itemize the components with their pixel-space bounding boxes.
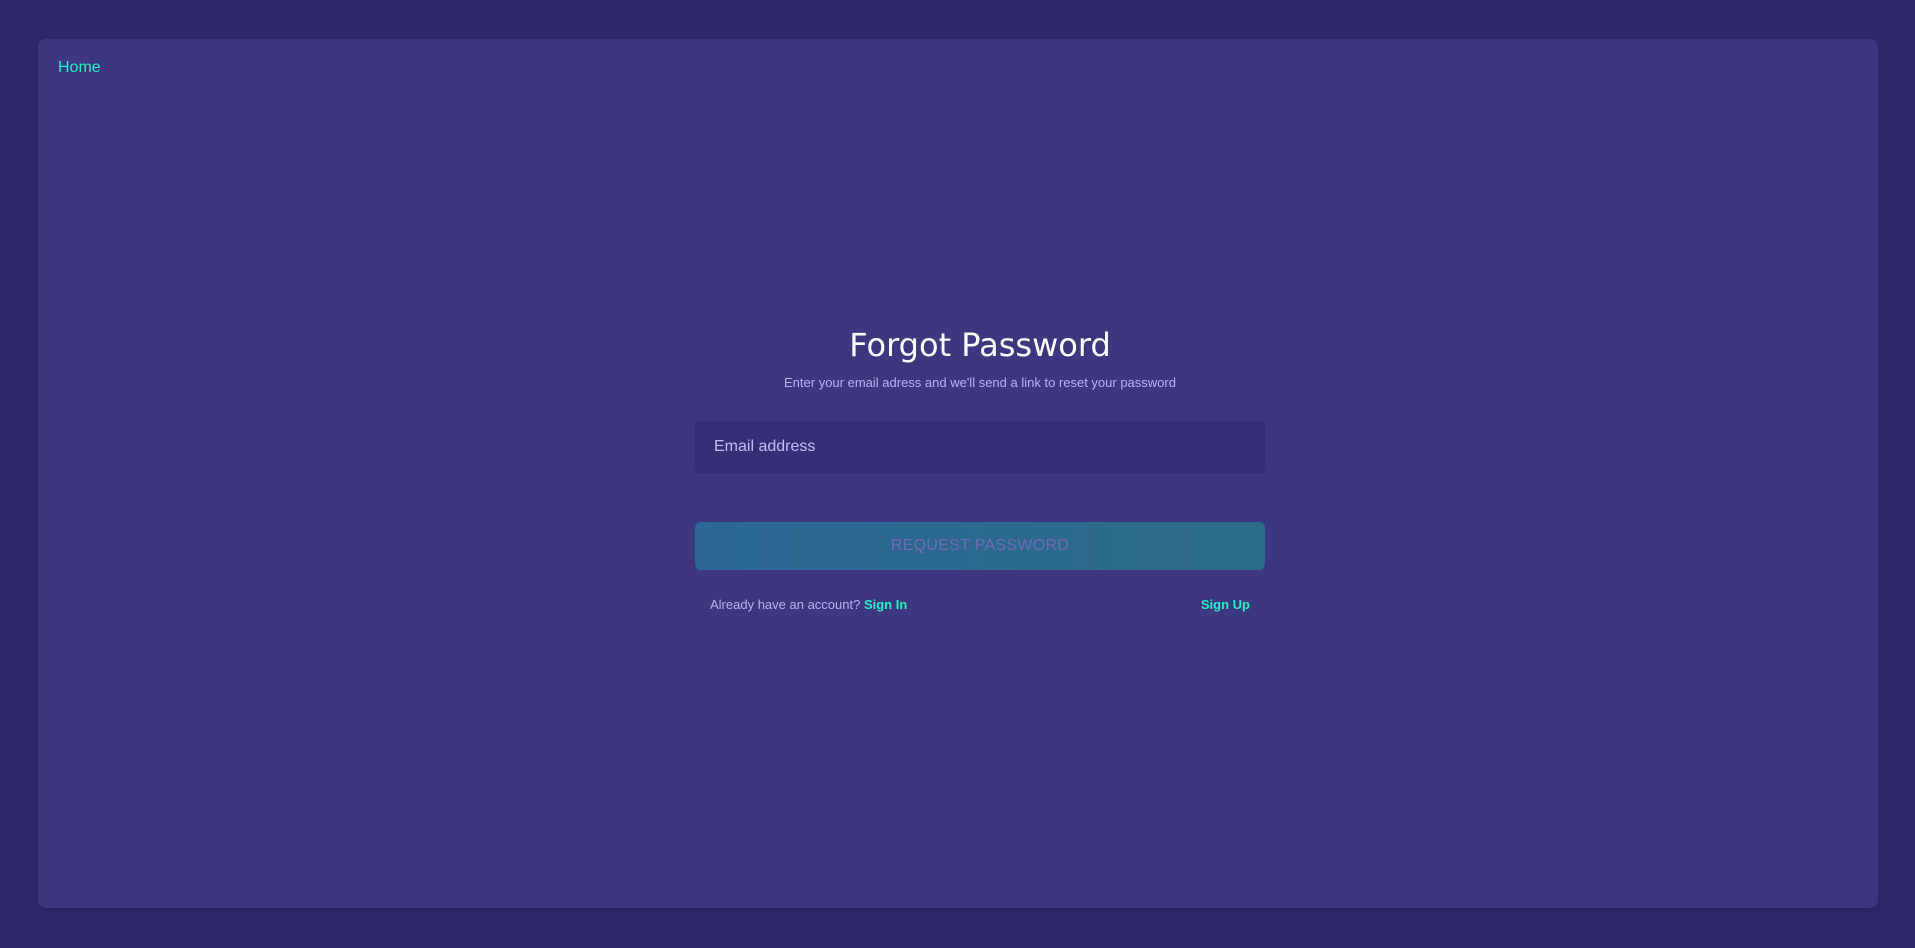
main-panel: Home Forgot Password Enter your email ad… [38, 39, 1878, 908]
account-prompt-text: Already have an account? [710, 597, 864, 612]
home-link[interactable]: Home [58, 59, 101, 77]
page-subtitle: Enter your email adress and we'll send a… [784, 375, 1176, 390]
request-password-button[interactable]: REQUEST PASSWORD [695, 522, 1265, 570]
email-input[interactable] [695, 421, 1265, 473]
sign-in-prompt: Already have an account? Sign In [710, 597, 907, 612]
page-title: Forgot Password [849, 326, 1111, 364]
sign-in-link[interactable]: Sign In [864, 597, 907, 612]
forgot-password-form: Forgot Password Enter your email adress … [695, 325, 1265, 612]
form-footer: Already have an account? Sign In Sign Up [695, 597, 1265, 612]
sign-up-link[interactable]: Sign Up [1201, 597, 1250, 612]
